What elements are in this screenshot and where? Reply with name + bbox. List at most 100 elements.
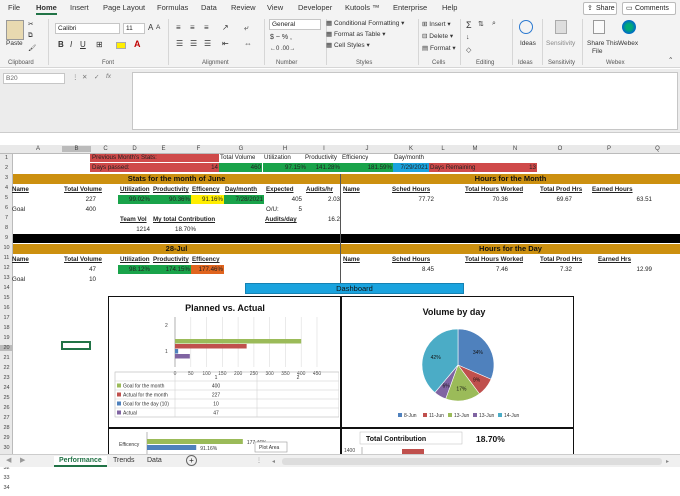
sensitivity-icon[interactable] bbox=[555, 20, 567, 34]
underline-button[interactable]: U bbox=[80, 40, 86, 49]
share-button[interactable]: ⇪ Share bbox=[583, 2, 617, 15]
total-contribution-chart[interactable]: Total Contribution18.70%140012001000800 bbox=[341, 428, 574, 478]
row-header[interactable]: 27 bbox=[0, 415, 13, 421]
insert-cells-button[interactable]: ⊞ Insert ▾ bbox=[422, 20, 451, 28]
volume-by-day-chart[interactable]: Volume by day 34% 9% 17% 6% 42% 8-Jun 11-Jun 13-… bbox=[341, 296, 574, 428]
row-header[interactable]: 5 bbox=[0, 195, 13, 201]
row-header[interactable]: 24 bbox=[0, 385, 13, 391]
hscroll-right-icon[interactable]: ▸ bbox=[666, 458, 669, 465]
tab-scroll-dots[interactable]: ⋮ bbox=[256, 457, 262, 464]
webex-label[interactable]: Webex bbox=[618, 40, 638, 47]
paste-icon[interactable] bbox=[6, 20, 24, 40]
tab-home[interactable]: Home bbox=[36, 3, 57, 15]
sheet-tab-data[interactable]: Data bbox=[142, 456, 167, 465]
font-size-input[interactable]: 11 bbox=[123, 23, 145, 34]
formula-input[interactable] bbox=[132, 72, 678, 130]
row-header[interactable]: 9 bbox=[0, 235, 13, 241]
clear-icon[interactable]: ◇ bbox=[466, 46, 471, 54]
row-header[interactable]: 25 bbox=[0, 395, 13, 401]
ideas-icon[interactable] bbox=[519, 20, 533, 34]
row-header[interactable]: 3 bbox=[0, 175, 13, 181]
tab-kutools[interactable]: Kutools ™ bbox=[345, 3, 380, 12]
row-header[interactable]: 29 bbox=[0, 435, 13, 441]
row-header[interactable]: 14 bbox=[0, 285, 13, 291]
bold-button[interactable]: B bbox=[58, 40, 64, 49]
row-header[interactable]: 18 bbox=[0, 325, 13, 331]
share-this-file-label[interactable]: Share This bbox=[587, 40, 618, 47]
webex-icon[interactable] bbox=[622, 20, 636, 34]
autosum-icon[interactable]: Σ bbox=[466, 20, 472, 30]
tab-page-layout[interactable]: Page Layout bbox=[103, 3, 145, 12]
align-left-icon[interactable]: ☰ bbox=[176, 39, 183, 48]
wrap-text-icon[interactable]: ⤶ bbox=[244, 23, 248, 33]
tab-formulas[interactable]: Formulas bbox=[157, 3, 188, 12]
planned-vs-actual-chart[interactable]: Planned vs. Actual0501001502002503003504… bbox=[108, 296, 341, 428]
italic-button[interactable]: I bbox=[70, 40, 72, 49]
tab-view[interactable]: View bbox=[267, 3, 283, 12]
prev-sheet-icon[interactable]: ◀ bbox=[6, 456, 11, 464]
sort-filter-icon[interactable]: ⇅ bbox=[478, 20, 484, 28]
align-right-icon[interactable]: ☰ bbox=[204, 39, 211, 48]
fill-color-icon[interactable] bbox=[116, 42, 126, 49]
fill-icon[interactable]: ↓ bbox=[466, 34, 470, 41]
row-header[interactable]: 22 bbox=[0, 365, 13, 371]
selected-cell[interactable] bbox=[61, 341, 91, 350]
name-box[interactable]: B20 bbox=[3, 73, 65, 84]
cut-icon[interactable]: ✂ bbox=[28, 20, 33, 28]
align-middle-icon[interactable]: ≡ bbox=[190, 23, 195, 32]
hscroll-left-icon[interactable]: ◂ bbox=[272, 458, 275, 465]
orientation-icon[interactable]: ↗ bbox=[222, 23, 229, 32]
align-center-icon[interactable]: ☰ bbox=[190, 39, 197, 48]
row-header[interactable]: 16 bbox=[0, 305, 13, 311]
format-as-table-button[interactable]: ▦ Format as Table ▾ bbox=[326, 30, 386, 38]
row-header[interactable]: 34 bbox=[0, 485, 13, 491]
add-sheet-icon[interactable]: + bbox=[186, 455, 197, 466]
efficiency-chart[interactable]: Efficency177.46%91.16%Plot Area bbox=[108, 428, 341, 456]
tab-insert[interactable]: Insert bbox=[70, 3, 89, 12]
row-header[interactable]: 26 bbox=[0, 405, 13, 411]
row-header[interactable]: 23 bbox=[0, 375, 13, 381]
cell-styles-button[interactable]: ▦ Cell Styles ▾ bbox=[326, 41, 370, 49]
tab-developer[interactable]: Developer bbox=[298, 3, 332, 12]
row-header[interactable]: 19 bbox=[0, 335, 13, 341]
conditional-formatting-button[interactable]: ▦ Conditional Formatting ▾ bbox=[326, 19, 404, 27]
cancel-icon[interactable]: ✕ bbox=[82, 73, 87, 81]
merge-center-icon[interactable]: ⇔ bbox=[244, 39, 252, 48]
copy-icon[interactable]: ⧉ bbox=[28, 32, 33, 40]
enter-icon[interactable]: ✓ bbox=[94, 73, 99, 81]
grow-font-icon[interactable]: A bbox=[148, 23, 153, 32]
tab-data[interactable]: Data bbox=[201, 3, 217, 12]
collapse-ribbon-icon[interactable]: ⌃ bbox=[668, 56, 673, 64]
tab-file[interactable]: File bbox=[8, 3, 20, 12]
align-top-icon[interactable]: ≡ bbox=[176, 23, 181, 32]
insert-function-icon[interactable]: fx bbox=[106, 73, 111, 80]
row-header[interactable]: 12 bbox=[0, 265, 13, 271]
share-file-icon[interactable] bbox=[593, 20, 605, 34]
next-sheet-icon[interactable]: ▶ bbox=[20, 456, 25, 464]
row-header[interactable]: 28 bbox=[0, 425, 13, 431]
comments-button[interactable]: ▭ Comments bbox=[622, 2, 676, 15]
format-cells-button[interactable]: ▤ Format ▾ bbox=[422, 44, 456, 52]
tab-review[interactable]: Review bbox=[231, 3, 256, 12]
delete-cells-button[interactable]: ⊟ Delete ▾ bbox=[422, 32, 453, 40]
row-header[interactable]: 2 bbox=[0, 165, 13, 171]
ideas-label[interactable]: Ideas bbox=[520, 40, 536, 47]
row-header[interactable]: 15 bbox=[0, 295, 13, 301]
row-header[interactable]: 8 bbox=[0, 225, 13, 231]
indent-icon[interactable]: ⇤ bbox=[222, 39, 229, 48]
horizontal-scrollbar[interactable] bbox=[282, 458, 662, 465]
find-select-icon[interactable]: ⌕ bbox=[492, 20, 496, 28]
font-color-icon[interactable]: A bbox=[134, 39, 141, 49]
align-bottom-icon[interactable]: ≡ bbox=[204, 23, 209, 32]
row-header[interactable]: 17 bbox=[0, 315, 13, 321]
row-header[interactable]: 20 bbox=[0, 345, 13, 351]
row-header[interactable]: 30 bbox=[0, 445, 13, 451]
row-header[interactable]: 33 bbox=[0, 475, 13, 481]
row-header[interactable]: 10 bbox=[0, 245, 13, 251]
sheet-tab-trends[interactable]: Trends bbox=[108, 456, 140, 465]
sensitivity-label[interactable]: Sensitivity bbox=[546, 40, 575, 47]
tab-help[interactable]: Help bbox=[442, 3, 457, 12]
number-format-select[interactable]: General bbox=[269, 19, 321, 30]
shrink-font-icon[interactable]: A bbox=[156, 24, 160, 31]
row-header[interactable]: 21 bbox=[0, 355, 13, 361]
